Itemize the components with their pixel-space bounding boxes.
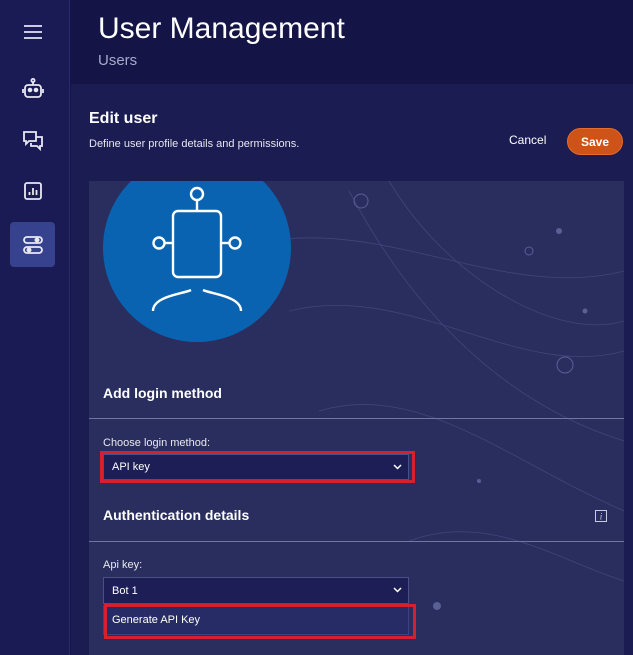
sidebar-item-conversations[interactable] [10, 117, 55, 162]
auth-details-title: Authentication details [103, 507, 250, 523]
api-key-label: Api key: [103, 559, 143, 571]
api-key-value: Bot 1 [112, 584, 138, 597]
edit-user-subtitle: Define user profile details and permissi… [89, 138, 300, 150]
app-window: User Management Users Edit user Define u… [0, 0, 633, 655]
api-key-select[interactable]: Bot 1 [103, 577, 409, 604]
highlight-box-login [100, 451, 415, 483]
main-content: Edit user Define user profile details an… [71, 84, 633, 655]
sidebar-item-user-management[interactable] [10, 222, 55, 267]
settings-toggle-icon [22, 235, 43, 254]
login-method-title: Add login method [103, 385, 222, 401]
bot-avatar [103, 181, 291, 342]
login-method-label: Choose login method: [103, 437, 211, 449]
sidebar-item-bots[interactable] [10, 66, 55, 111]
chart-icon [23, 181, 42, 200]
section-divider [89, 418, 624, 419]
breadcrumb: Users [98, 52, 138, 69]
save-button[interactable]: Save [567, 128, 623, 155]
sidebar [0, 0, 70, 655]
info-icon[interactable]: i [595, 510, 607, 522]
sidebar-item-analytics[interactable] [10, 168, 55, 213]
highlight-box-generate [104, 604, 416, 639]
cancel-button[interactable]: Cancel [509, 133, 546, 147]
edit-user-title: Edit user [89, 110, 158, 127]
menu-button[interactable] [10, 9, 55, 54]
section-divider [89, 541, 624, 542]
page-title: User Management [98, 12, 345, 45]
chat-icon [22, 130, 43, 151]
chevron-down-icon [393, 587, 402, 593]
robot-icon [21, 77, 44, 98]
menu-icon [23, 24, 42, 39]
user-form-card: Add login method Choose login method: AP… [89, 181, 624, 655]
svg-text:i: i [600, 512, 603, 522]
page-header: User Management Users [71, 0, 633, 84]
